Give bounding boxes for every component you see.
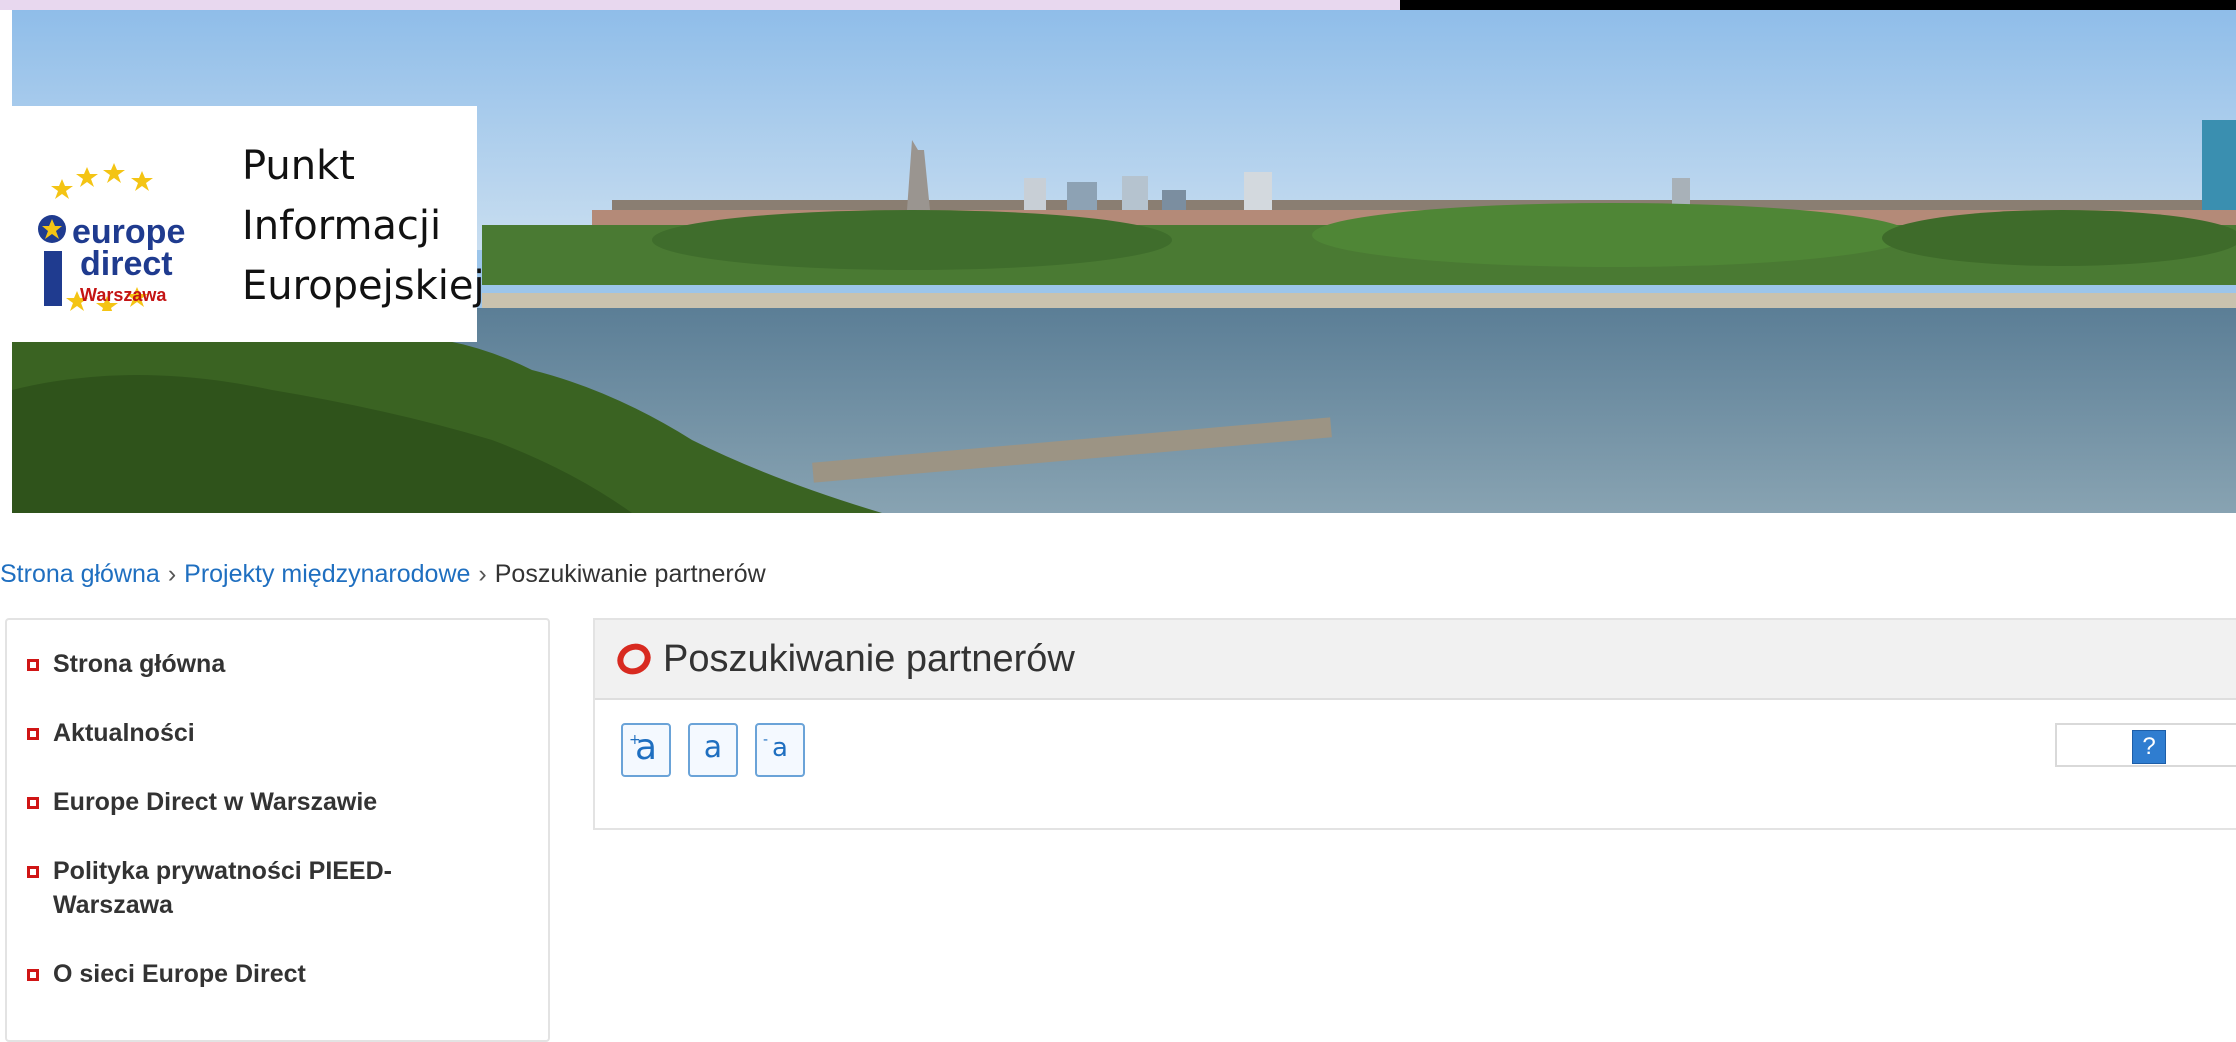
logo-title-line-2: Informacji — [242, 203, 442, 249]
logo-title-line-1: Punkt — [242, 143, 355, 189]
breadcrumb: Strona główna › Projekty międzynarodowe › Po… — [0, 560, 766, 589]
site-logo[interactable]: europe direct Warszawa Punkt Informacji … — [12, 106, 485, 342]
bullet-icon — [27, 728, 39, 740]
top-strip-left — [0, 0, 1400, 10]
bullet-icon — [27, 969, 39, 981]
breadcrumb-current: Poszukiwanie partnerów — [494, 560, 766, 588]
sidebar-item-aktualnosci[interactable]: Aktualności — [27, 716, 195, 750]
europe-direct-emblem-icon: europe direct Warszawa — [38, 163, 185, 311]
sidebar-item-label: Aktualności — [53, 719, 195, 747]
sidebar-menu: Strona główna Aktualności Europe Direct … — [5, 618, 550, 1042]
bullet-icon — [27, 866, 39, 878]
title-ring-icon — [617, 643, 651, 675]
logo-emblem-line-3: Warszawa — [80, 285, 167, 305]
logo-title-line-3: Europejskiej — [242, 263, 485, 309]
sidebar-item-europe-direct-warszawa[interactable]: Europe Direct w Warszawie — [27, 785, 377, 819]
breadcrumb-link-home[interactable]: Strona główna — [0, 560, 160, 588]
breadcrumb-separator: › — [478, 560, 487, 588]
help-button[interactable]: ? — [2132, 730, 2166, 764]
font-size-normal-button[interactable]: a — [688, 723, 738, 777]
logo-title: Punkt Informacji Europejskiej — [242, 136, 485, 316]
sidebar-item-label: Polityka prywatności PIEED- Warszawa — [53, 854, 392, 922]
panel-header: Poszukiwanie partnerów — [595, 620, 2236, 700]
breadcrumb-separator: › — [167, 560, 177, 588]
sidebar-item-label: Europe Direct w Warszawie — [53, 788, 378, 816]
logo-emblem-line-2: direct — [80, 245, 173, 283]
sidebar-item-strona-glowna[interactable]: Strona główna — [27, 647, 225, 681]
sidebar-item-label-line-2: Warszawa — [53, 891, 173, 919]
sidebar-item-label: O sieci Europe Direct — [53, 960, 306, 988]
page-title: Poszukiwanie partnerów — [663, 638, 1075, 680]
font-size-decrease-mark: - — [763, 732, 769, 748]
breadcrumb-link-projects[interactable]: Projekty międzynarodowe — [184, 560, 470, 588]
sidebar-item-o-sieci[interactable]: O sieci Europe Direct — [27, 957, 306, 991]
font-size-increase-button[interactable]: + a — [621, 723, 671, 777]
sidebar-item-label-line-1: Polityka prywatności PIEED- — [53, 857, 392, 885]
bullet-icon — [27, 659, 39, 671]
content-panel: Poszukiwanie partnerów + a a -a ? — [593, 618, 2236, 830]
sidebar-item-label: Strona główna — [53, 650, 226, 678]
search-input[interactable]: ? — [2055, 723, 2236, 767]
font-size-glyph: a — [703, 730, 723, 765]
top-strip-right — [1400, 0, 2236, 10]
font-size-glyph: a — [772, 733, 788, 763]
sidebar-item-polityka-prywatnosci[interactable]: Polityka prywatności PIEED- Warszawa — [27, 854, 392, 922]
bullet-icon — [27, 797, 39, 809]
font-size-decrease-button[interactable]: -a — [755, 723, 805, 777]
font-size-increase-mark: + — [629, 732, 641, 748]
